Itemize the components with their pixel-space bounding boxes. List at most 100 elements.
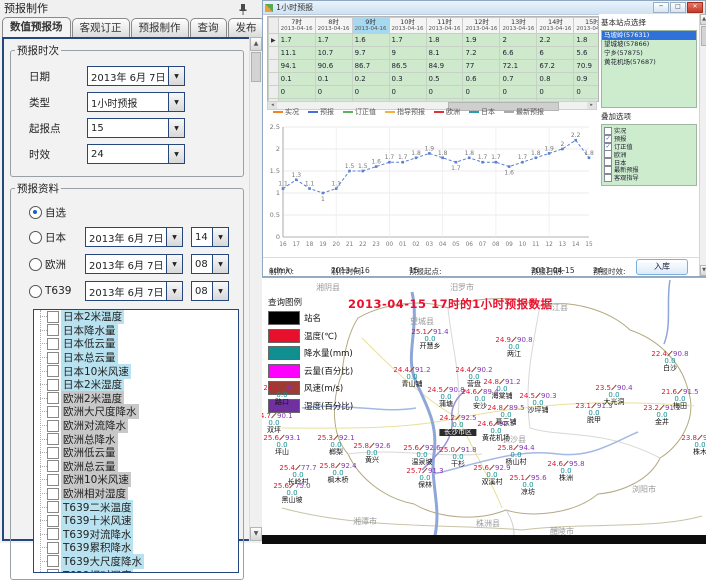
combo-起报点[interactable]: 15▼ [87, 118, 185, 138]
model-date-combo[interactable]: 2013年 6月 7日▼ [85, 281, 183, 301]
checkbox[interactable] [47, 542, 59, 554]
combo-类型[interactable]: 1小时预报▼ [87, 92, 185, 112]
tree-item[interactable]: 欧洲10米风速 [40, 473, 238, 487]
table-cell[interactable]: 86.5 [389, 60, 426, 73]
table-cell[interactable]: 0.6 [463, 73, 500, 86]
tree-item[interactable]: 日本2米温度 [40, 310, 238, 324]
checkbox[interactable] [47, 569, 59, 573]
table-cell[interactable]: 0.7 [500, 73, 537, 86]
checkbox[interactable] [47, 406, 59, 418]
checkbox[interactable] [47, 447, 59, 459]
checkbox[interactable] [604, 150, 612, 158]
chevron-down-icon[interactable]: ▼ [212, 228, 228, 246]
column-header[interactable]: 15时2013-04-16 [574, 18, 599, 34]
table-cell[interactable]: 86.7 [352, 60, 389, 73]
table-cell[interactable]: 1.7 [389, 34, 426, 47]
model-hour-combo[interactable]: 14▼ [191, 227, 229, 247]
table-cell[interactable]: 11.1 [278, 47, 315, 60]
forecast-map[interactable]: 查询图例 站名温度(℃)降水量(mm)云量(百分比)风速(m/s)湿度(百分比)… [262, 277, 706, 544]
model-hour-combo[interactable]: 08▼ [191, 281, 229, 301]
table-cell[interactable]: 70.9 [574, 60, 599, 73]
self-radio[interactable] [29, 206, 42, 219]
tree-item[interactable]: T639相对湿度 [40, 568, 238, 573]
tree-item[interactable]: 欧洲总降水 [40, 432, 238, 446]
chevron-down-icon[interactable]: ▼ [168, 67, 184, 85]
table-cell[interactable]: 6.6 [500, 47, 537, 60]
tab-发布[interactable]: 发布 [228, 18, 265, 38]
table-cell[interactable]: 67.2 [537, 60, 574, 73]
checkbox[interactable] [47, 501, 59, 513]
checkbox[interactable] [47, 515, 59, 527]
table-cell[interactable]: 2.2 [537, 34, 574, 47]
table-cell[interactable]: 94.1 [278, 60, 315, 73]
table-cell[interactable]: 0 [500, 86, 537, 99]
tree-item[interactable]: 日本低云量 [40, 337, 238, 351]
table-cell[interactable]: 1.7 [278, 34, 315, 47]
tree-item[interactable]: 欧洲对流降水 [40, 419, 238, 433]
table-cell[interactable]: 0.8 [537, 73, 574, 86]
checkbox[interactable] [47, 352, 59, 364]
checkbox[interactable] [47, 338, 59, 350]
window-title-bar[interactable]: 1小时预报 ─ □ ✕ [263, 1, 705, 15]
tree-item[interactable]: 日本2米湿度 [40, 378, 238, 392]
scroll-up-icon[interactable]: ▲ [250, 37, 262, 51]
table-cell[interactable]: 10.7 [315, 47, 352, 60]
tree-item[interactable]: 欧洲总云量 [40, 460, 238, 474]
checkbox[interactable] [47, 555, 59, 567]
table-cell[interactable]: 1.9 [463, 34, 500, 47]
station-list-item[interactable]: 黄花机场(57687) [602, 58, 696, 67]
tree-item[interactable]: T639大尺度降水 [40, 555, 238, 569]
table-cell[interactable]: 2 [500, 34, 537, 47]
model-radio[interactable] [29, 258, 42, 271]
scroll-down-icon[interactable]: ▼ [250, 527, 262, 541]
checkbox[interactable] [47, 488, 59, 500]
table-cell[interactable]: 7.2 [463, 47, 500, 60]
model-hour-combo[interactable]: 08▼ [191, 254, 229, 274]
window-scrollbar[interactable]: ▲ ▼ [699, 14, 706, 276]
left-panel-scrollbar[interactable]: ▲ ▼ [249, 37, 262, 541]
chevron-down-icon[interactable]: ▼ [166, 282, 182, 300]
checkbox[interactable] [604, 174, 612, 182]
scroll-down-icon[interactable]: ▼ [700, 265, 706, 276]
model-date-combo[interactable]: 2013年 6月 7日▼ [85, 254, 183, 274]
table-cell[interactable]: 0 [389, 86, 426, 99]
table-cell[interactable]: 1.6 [352, 34, 389, 47]
table-cell[interactable]: 1.8 [426, 34, 463, 47]
table-cell[interactable]: 0 [574, 86, 599, 99]
chevron-down-icon[interactable]: ▼ [212, 282, 228, 300]
checkbox[interactable] [47, 460, 59, 472]
column-header[interactable]: 9时2013-04-16 [352, 18, 389, 34]
save-to-db-button[interactable]: 入库 [636, 259, 688, 275]
table-cell[interactable]: 6 [537, 47, 574, 60]
combo-时效[interactable]: 24▼ [87, 144, 185, 164]
chevron-down-icon[interactable]: ▼ [166, 228, 182, 246]
table-cell[interactable]: 0.1 [315, 73, 352, 86]
checkbox[interactable] [47, 311, 59, 323]
overlay-item[interactable]: 客观指导 [604, 174, 696, 182]
scroll-thumb[interactable] [251, 52, 261, 82]
scroll-thumb[interactable] [701, 26, 706, 46]
minimize-button[interactable]: ─ [653, 2, 669, 13]
row-header[interactable]: ▶ [269, 34, 279, 47]
table-cell[interactable]: 9.7 [352, 47, 389, 60]
table-cell[interactable]: 0.3 [389, 73, 426, 86]
tree-item[interactable]: 日本降水量 [40, 324, 238, 338]
checkbox[interactable] [47, 528, 59, 540]
table-cell[interactable]: 0.5 [426, 73, 463, 86]
table-cell[interactable]: 8.1 [426, 47, 463, 60]
close-button[interactable]: ✕ [687, 2, 703, 13]
model-date-combo[interactable]: 2013年 6月 7日▼ [85, 227, 183, 247]
table-cell[interactable]: 0.2 [352, 73, 389, 86]
row-header[interactable] [269, 60, 279, 73]
tree-item[interactable]: T639对流降水 [40, 528, 238, 542]
row-header[interactable] [269, 86, 279, 99]
checkbox[interactable] [47, 433, 59, 445]
chevron-down-icon[interactable]: ▼ [166, 255, 182, 273]
forecast-table[interactable]: 7时2013-04-168时2013-04-169时2013-04-1610时2… [267, 16, 599, 102]
table-cell[interactable]: 0.9 [574, 73, 599, 86]
station-list-item[interactable]: 宁乡(57875) [602, 49, 696, 58]
chevron-down-icon[interactable]: ▼ [168, 93, 184, 111]
column-header[interactable]: 11时2013-04-16 [426, 18, 463, 34]
table-cell[interactable]: 1.8 [574, 34, 599, 47]
table-cell[interactable]: 0 [352, 86, 389, 99]
